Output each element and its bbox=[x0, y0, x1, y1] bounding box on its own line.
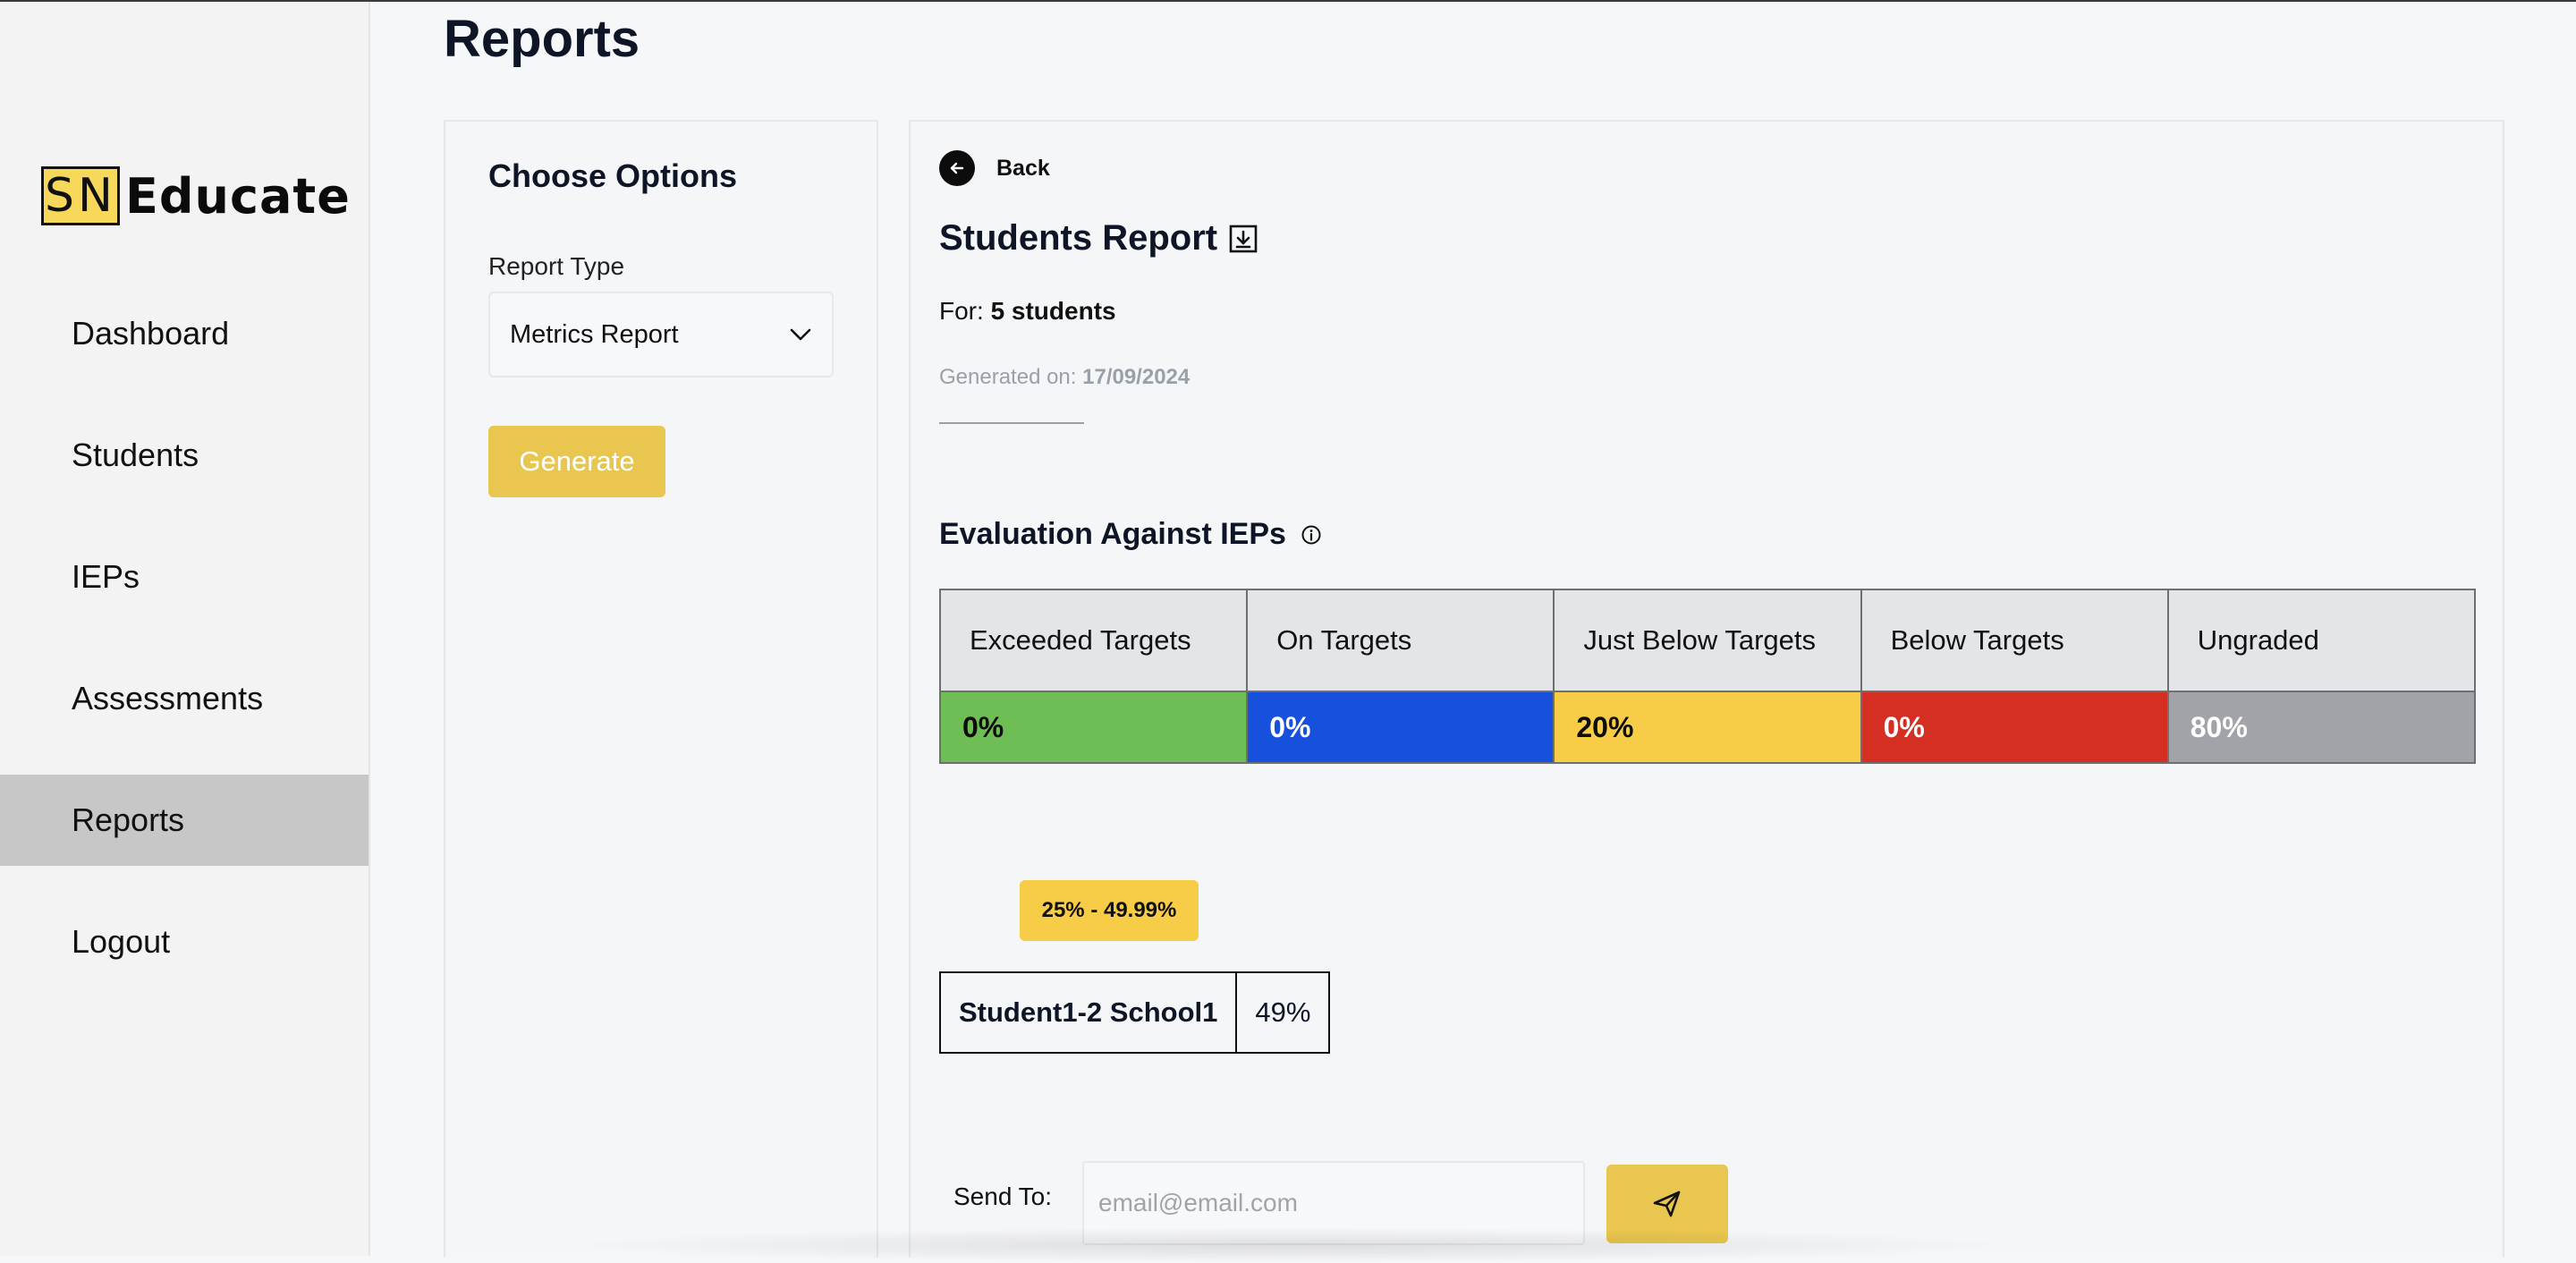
evaluation-header-row: Exceeded Targets On Targets Just Below T… bbox=[938, 589, 2477, 692]
back-button[interactable]: Back bbox=[939, 150, 1050, 186]
evaluation-table: Exceeded Targets On Targets Just Below T… bbox=[938, 589, 2477, 764]
for-value: 5 students bbox=[990, 297, 1116, 325]
chevron-down-icon bbox=[790, 328, 811, 341]
report-type-value: Metrics Report bbox=[510, 319, 679, 349]
logo-mark: SN bbox=[41, 166, 120, 225]
generated-prefix: Generated on: bbox=[939, 365, 1077, 389]
evaluation-title-row: Evaluation Against IEPs bbox=[939, 517, 1322, 552]
bottom-shadow bbox=[555, 1227, 2021, 1263]
header-below-targets: Below Targets bbox=[1860, 589, 2169, 692]
value-below-targets: 0% bbox=[1860, 691, 2169, 764]
divider bbox=[939, 422, 1084, 424]
header-exceeded-targets: Exceeded Targets bbox=[938, 589, 1249, 692]
options-panel: Choose Options Report Type Metrics Repor… bbox=[444, 120, 878, 1258]
header-ungraded: Ungraded bbox=[2166, 589, 2477, 692]
report-for-line: For: 5 students bbox=[939, 297, 1116, 326]
student-name: Student1-2 School1 bbox=[941, 973, 1238, 1052]
generated-date: 17/09/2024 bbox=[1082, 365, 1191, 389]
page-title: Reports bbox=[444, 10, 640, 68]
download-icon[interactable] bbox=[1228, 224, 1258, 254]
student-score: 49% bbox=[1255, 996, 1311, 1028]
report-panel: Back Students Report For: 5 students Gen… bbox=[909, 120, 2504, 1258]
value-ungraded: 80% bbox=[2166, 691, 2477, 764]
value-exceeded-targets: 0% bbox=[938, 691, 1249, 764]
back-label: Back bbox=[996, 155, 1050, 181]
options-title: Choose Options bbox=[488, 157, 737, 194]
sidebar-item-reports[interactable]: Reports bbox=[0, 775, 369, 866]
for-prefix: For: bbox=[939, 297, 984, 325]
evaluation-values-row: 0% 0% 20% 0% 80% bbox=[938, 691, 2477, 764]
sidebar-item-ieps[interactable]: IEPs bbox=[0, 531, 369, 623]
window-top-border bbox=[0, 0, 2576, 2]
generated-on-line: Generated on: 17/09/2024 bbox=[939, 365, 1190, 390]
evaluation-title: Evaluation Against IEPs bbox=[939, 517, 1286, 551]
value-on-targets: 0% bbox=[1246, 691, 1555, 764]
logo-text: Educate bbox=[125, 167, 351, 225]
sidebar-item-students[interactable]: Students bbox=[0, 410, 369, 501]
sidebar-item-logout[interactable]: Logout bbox=[0, 896, 369, 988]
value-just-below-targets: 20% bbox=[1553, 691, 1862, 764]
report-title: Students Report bbox=[939, 218, 1218, 258]
arrow-left-icon bbox=[939, 150, 975, 186]
header-just-below-targets: Just Below Targets bbox=[1553, 589, 1862, 692]
sidebar-nav: Dashboard Students IEPs Assessments Repo… bbox=[0, 288, 369, 1018]
send-to-label: Send To: bbox=[953, 1182, 1053, 1210]
student-score-row[interactable]: Student1-2 School1 49% bbox=[939, 971, 1331, 1054]
info-icon[interactable] bbox=[1301, 524, 1322, 546]
report-type-label: Report Type bbox=[488, 252, 625, 280]
sidebar: SN Educate Dashboard Students IEPs Asses… bbox=[0, 2, 370, 1256]
send-icon bbox=[1653, 1191, 1681, 1217]
sidebar-item-dashboard[interactable]: Dashboard bbox=[0, 288, 369, 379]
report-title-row: Students Report bbox=[939, 218, 1258, 259]
generate-button[interactable]: Generate bbox=[488, 426, 665, 497]
range-badge: 25% - 49.99% bbox=[1020, 880, 1199, 941]
logo[interactable]: SN Educate bbox=[41, 166, 351, 225]
header-on-targets: On Targets bbox=[1246, 589, 1555, 692]
sidebar-item-assessments[interactable]: Assessments bbox=[0, 653, 369, 744]
report-type-select[interactable]: Metrics Report bbox=[488, 292, 834, 377]
